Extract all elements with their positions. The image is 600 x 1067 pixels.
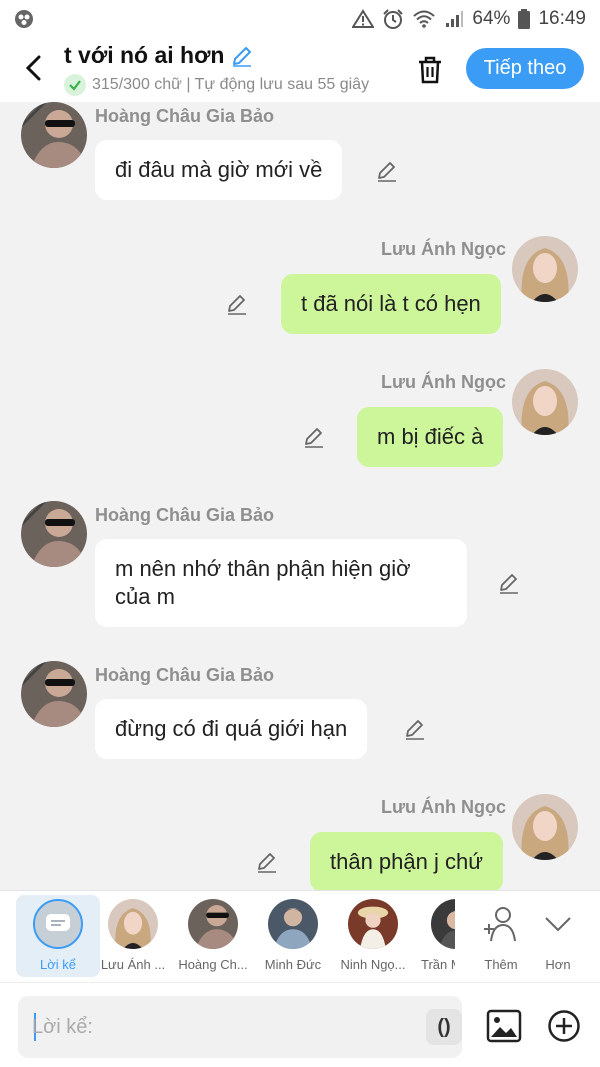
character-chip-luu-anh-ngoc[interactable]: Lưu Ánh ... [91, 895, 175, 977]
avatar-luu-anh-ngoc[interactable] [512, 369, 578, 435]
story-header: t với nó ai hơn 315/300 chữ | Tự động lư… [0, 38, 600, 102]
edit-message-icon[interactable] [402, 716, 428, 742]
collapse-picker-button[interactable]: Hơn [518, 895, 598, 977]
edit-message-icon[interactable] [224, 291, 250, 317]
sender-name: Lưu Ánh Ngọc [380, 797, 506, 817]
word-count-status: 315/300 chữ | Tự động lưu sau 55 giây [64, 74, 390, 96]
avatar [108, 899, 158, 949]
compose-box[interactable]: () [18, 996, 462, 1058]
narration-input[interactable] [32, 996, 402, 1058]
character-label: Lưu Ánh ... [100, 957, 166, 972]
add-button[interactable] [544, 1006, 584, 1046]
message-bubble[interactable]: t đã nói là t có hẹn [281, 274, 501, 334]
character-picker: Lời kể Lưu Ánh ... Hoàng Ch... Minh Đức … [0, 890, 600, 982]
word-count-text: 315/300 chữ | Tự động lưu sau 55 giây [92, 76, 370, 93]
character-chip-tran-m[interactable]: Trần M [411, 895, 455, 977]
plus-circle-icon [548, 1010, 580, 1042]
chat-area: Hoàng Châu Gia Bảo đi đâu mà giờ mới về … [0, 102, 600, 890]
parenthesis-button[interactable]: () [426, 1009, 462, 1045]
character-label: Minh Đức [264, 957, 322, 972]
sender-name: Lưu Ánh Ngọc [380, 372, 506, 392]
avatar [431, 899, 455, 949]
character-label: Lời kể [40, 957, 76, 972]
battery-percent: 64% [472, 8, 511, 29]
character-label: Hoàng Ch... [178, 957, 248, 972]
story-title[interactable]: t với nó ai hơn [64, 42, 254, 69]
alarm-clock-icon [382, 8, 404, 30]
edit-message-icon[interactable] [496, 570, 522, 596]
compose-bar: () [0, 982, 600, 1067]
edit-message-icon[interactable] [254, 849, 280, 875]
story-title-text: t với nó ai hơn [64, 42, 225, 68]
character-chip-ninh-ngoc[interactable]: Ninh Ngọ... [331, 895, 415, 977]
sender-name: Lưu Ánh Ngọc [380, 239, 506, 259]
wifi-icon [412, 9, 436, 29]
avatar-hoang-chau-gia-bao[interactable] [21, 661, 87, 727]
avatar-luu-anh-ngoc[interactable] [512, 794, 578, 860]
chevron-down-icon [533, 899, 583, 949]
message-bubble[interactable]: đừng có đi quá giới hạn [95, 699, 368, 759]
narrator-icon [33, 899, 83, 949]
app-notification-icon [14, 9, 34, 29]
clock-time: 16:49 [538, 8, 586, 29]
avatar [188, 899, 238, 949]
alert-triangle-icon [352, 9, 375, 29]
character-label: Trần M [421, 957, 455, 972]
sender-name: Hoàng Châu Gia Bảo [95, 505, 275, 525]
signal-icon [444, 9, 464, 29]
message-bubble[interactable]: đi đâu mà giờ mới về [95, 140, 343, 200]
avatar-hoang-chau-gia-bao[interactable] [21, 102, 87, 168]
avatar-luu-anh-ngoc[interactable] [512, 236, 578, 302]
collapse-label: Hơn [545, 957, 571, 972]
character-chip-narrator[interactable]: Lời kể [16, 895, 100, 977]
message-bubble[interactable]: m bị điếc à [357, 407, 504, 467]
trash-icon [419, 56, 441, 84]
back-button[interactable] [14, 48, 54, 88]
avatar [348, 899, 398, 949]
battery-icon [518, 9, 531, 29]
check-icon [64, 74, 86, 96]
chevron-left-icon [25, 55, 41, 81]
edit-message-icon[interactable] [374, 158, 400, 184]
message-bubble[interactable]: m nên nhớ thân phận hiện giờ của m [95, 539, 467, 627]
add-character-label: Thêm [484, 957, 518, 972]
delete-button[interactable] [410, 50, 450, 90]
character-chip-minh-duc[interactable]: Minh Đức [251, 895, 335, 977]
edit-message-icon[interactable] [301, 424, 327, 450]
sender-name: Hoàng Châu Gia Bảo [95, 106, 275, 126]
image-icon [486, 1009, 522, 1043]
insert-image-button[interactable] [484, 1006, 524, 1046]
character-chip-hoang-chau[interactable]: Hoàng Ch... [171, 895, 255, 977]
avatar [268, 899, 318, 949]
sender-name: Hoàng Châu Gia Bảo [95, 665, 275, 685]
message-bubble[interactable]: thân phận j chứ [310, 832, 503, 890]
status-bar: 64% 16:49 [0, 0, 600, 38]
avatar-hoang-chau-gia-bao[interactable] [21, 501, 87, 567]
character-label: Ninh Ngọ... [340, 957, 406, 972]
edit-pencil-icon[interactable] [230, 44, 254, 68]
next-button[interactable]: Tiếp theo [466, 48, 584, 89]
